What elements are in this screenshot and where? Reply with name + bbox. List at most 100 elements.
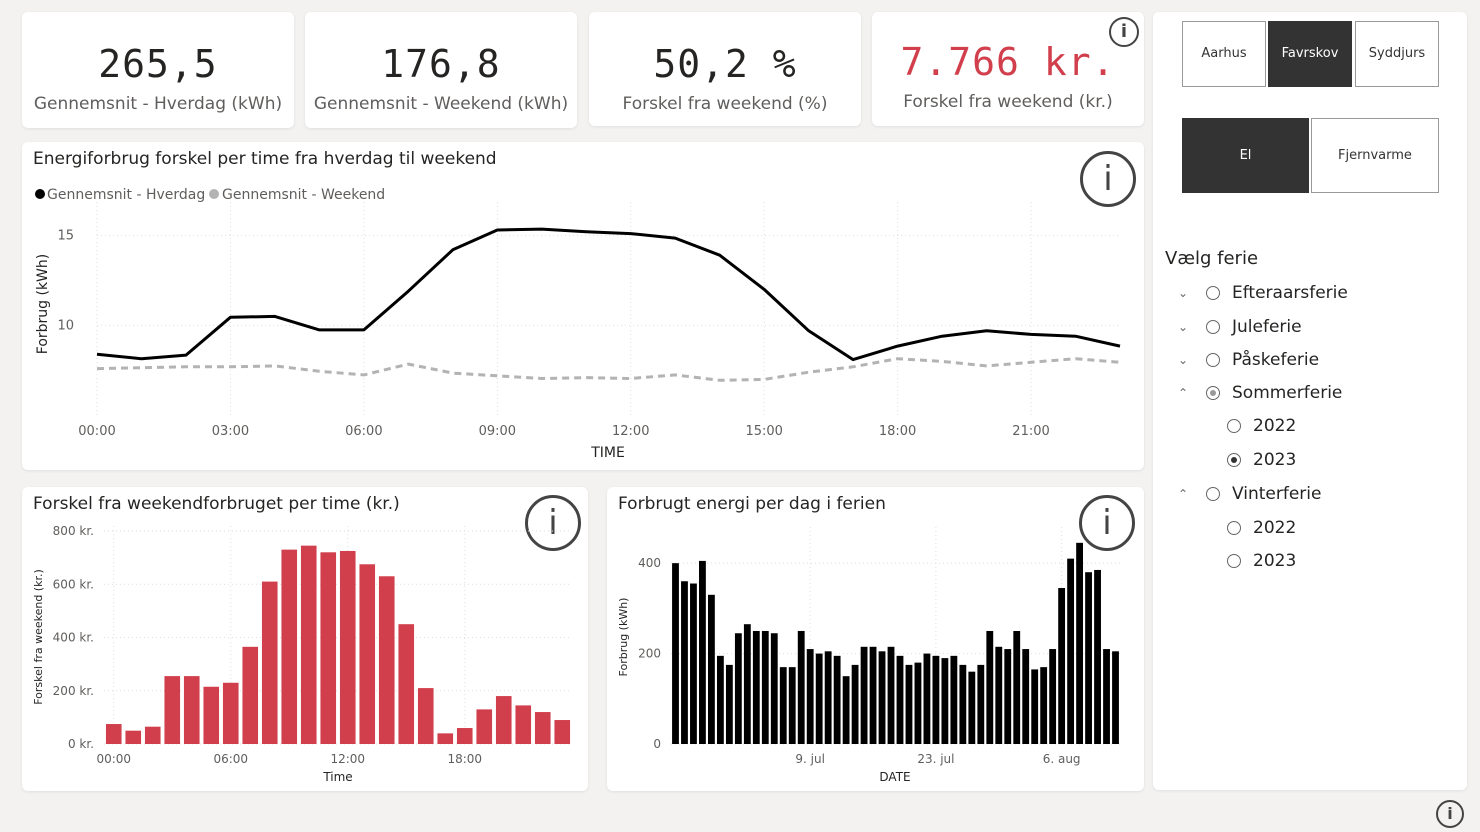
bar <box>878 651 886 744</box>
holiday-item-label: 2022 <box>1253 416 1297 436</box>
x-axis-label: TIME <box>590 445 625 461</box>
chevron-down-icon[interactable]: ⌄ <box>1176 286 1190 300</box>
city-button-favrskov[interactable]: Favrskov <box>1268 21 1352 87</box>
radio-icon[interactable] <box>1206 320 1220 334</box>
city-button-syddjurs[interactable]: Syddjurs <box>1355 21 1439 87</box>
bar <box>1004 649 1012 744</box>
kpi-card-weekend-avg: 176,8 Gennemsnit - Weekend (kWh) <box>305 12 577 128</box>
holiday-item[interactable]: 2023 <box>1227 447 1296 473</box>
x-tick-label: 00:00 <box>78 424 115 439</box>
city-button-aarhus[interactable]: Aarhus <box>1182 21 1266 87</box>
bar <box>437 733 454 744</box>
bar <box>281 549 298 744</box>
bar <box>183 676 200 744</box>
bar <box>261 581 278 744</box>
chevron-up-icon[interactable]: ⌃ <box>1176 487 1190 501</box>
bar <box>842 676 850 744</box>
bar <box>887 646 895 744</box>
bar <box>105 724 122 744</box>
bar <box>977 664 985 744</box>
holiday-item-label: Juleferie <box>1232 317 1302 337</box>
bar <box>959 664 967 744</box>
legend-label: Gennemsnit - Weekend <box>222 187 385 203</box>
holiday-slicer-title: Vælg ferie <box>1165 248 1259 269</box>
y-tick-label: 15 <box>57 228 74 243</box>
bar <box>770 633 778 744</box>
bar <box>1031 669 1039 744</box>
x-tick-label: 09:00 <box>479 424 516 439</box>
holiday-item-label: Vinterferie <box>1232 484 1322 504</box>
y-tick-label: 0 kr. <box>68 737 94 751</box>
bar <box>359 564 376 744</box>
bar <box>1085 572 1092 744</box>
energy-button-fjernvarme[interactable]: Fjernvarme <box>1311 118 1439 193</box>
chevron-down-icon[interactable]: ⌄ <box>1176 320 1190 334</box>
kpi-label: Gennemsnit - Weekend (kWh) <box>313 94 569 114</box>
x-tick-label: 00:00 <box>96 752 131 766</box>
holiday-item-label: Sommerferie <box>1232 383 1343 403</box>
holiday-item[interactable]: 2022 <box>1227 515 1296 541</box>
bar <box>534 712 551 744</box>
daily-bar-chart: 0 200 400 9. jul 23. jul 6. aug Forbrug (kWh) D… <box>617 527 1120 784</box>
bar <box>950 655 958 744</box>
kpi-label: Forskel fra weekend (%) <box>622 94 828 114</box>
kpi-value: 176,8 <box>381 42 501 86</box>
bar <box>869 646 877 744</box>
bar <box>797 630 805 744</box>
x-tick-label: 23. jul <box>917 752 954 766</box>
radio-icon[interactable] <box>1206 353 1220 367</box>
y-tick-label: 200 <box>638 647 661 661</box>
holiday-item[interactable]: ⌄ Juleferie <box>1176 314 1302 340</box>
bar <box>300 545 317 744</box>
x-tick-label: 03:00 <box>212 424 249 439</box>
bar <box>417 688 434 744</box>
bar <box>986 630 994 744</box>
bar <box>1049 649 1057 744</box>
holiday-item[interactable]: 2023 <box>1227 548 1296 574</box>
bar <box>1013 630 1021 744</box>
y-tick-label: 400 kr. <box>53 631 94 645</box>
legend-label: Gennemsnit - Hverdag <box>47 187 205 203</box>
holiday-item-label: 2022 <box>1253 518 1297 538</box>
bar <box>1094 569 1101 744</box>
bar <box>242 646 259 744</box>
x-tick-label: 21:00 <box>1012 424 1049 439</box>
radio-icon[interactable] <box>1206 286 1220 300</box>
bar <box>699 560 706 744</box>
radio-icon[interactable] <box>1227 419 1241 433</box>
bar <box>1076 542 1084 744</box>
line-chart-card: Energiforbrug forskel per time fra hverd… <box>22 142 1144 470</box>
chevron-down-icon[interactable]: ⌄ <box>1176 353 1190 367</box>
kpi-card-diff-kr: 7.766 kr. Forskel fra weekend (kr.) <box>872 12 1144 126</box>
kpi-value: 7.766 kr. <box>900 40 1116 84</box>
holiday-item[interactable]: ⌃ Vinterferie <box>1176 481 1322 507</box>
chevron-up-icon[interactable]: ⌃ <box>1176 386 1190 400</box>
radio-icon[interactable] <box>1227 554 1241 568</box>
bar <box>824 651 832 744</box>
info-icon[interactable]: i <box>1109 17 1139 47</box>
x-tick-label: 6. aug <box>1043 752 1081 766</box>
holiday-item-label: Efteraarsferie <box>1232 283 1348 303</box>
x-axis-label: DATE <box>879 770 910 784</box>
hourly-bar-chart-card: Forskel fra weekendforbruget per time (k… <box>22 487 588 791</box>
radio-icon[interactable] <box>1227 521 1241 535</box>
holiday-item[interactable]: ⌄ Efteraarsferie <box>1176 280 1348 306</box>
energy-button-el[interactable]: El <box>1182 118 1309 193</box>
bar <box>222 682 239 744</box>
info-icon[interactable]: i <box>1436 800 1464 828</box>
line-chart: Gennemsnit - Hverdag Gennemsnit - Weekend… <box>35 187 1121 461</box>
holiday-item[interactable]: ⌄ Påskeferie <box>1176 347 1319 373</box>
bar <box>896 655 904 744</box>
radio-icon[interactable] <box>1227 453 1241 467</box>
y-tick-label: 800 kr. <box>53 524 94 538</box>
holiday-item[interactable]: 2022 <box>1227 413 1296 439</box>
radio-icon[interactable] <box>1206 386 1220 400</box>
bar <box>1103 649 1110 744</box>
holiday-item[interactable]: ⌃ Sommerferie <box>1176 380 1342 406</box>
y-axis-label: Forbrug (kWh) <box>35 254 51 354</box>
radio-icon[interactable] <box>1206 487 1220 501</box>
bar <box>320 552 337 744</box>
holiday-item-label: 2023 <box>1253 450 1297 470</box>
series-line <box>96 357 1121 382</box>
x-tick-label: 12:00 <box>612 424 649 439</box>
